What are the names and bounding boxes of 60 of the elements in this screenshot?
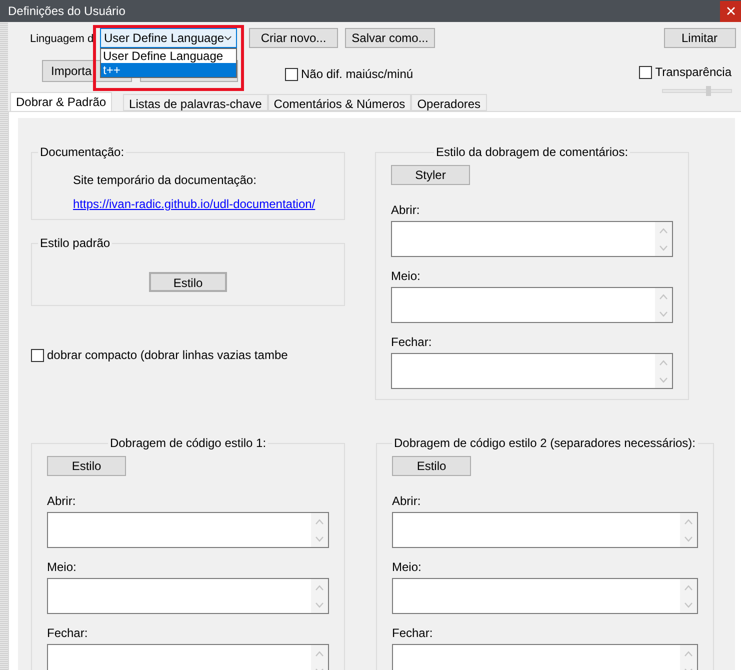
group-title: Dobragem de código estilo 2 (separadores necessários): — [393, 435, 696, 452]
checkbox-label: Não dif. maiúsc/minú — [301, 66, 414, 83]
button[interactable]: Criar novo... — [249, 28, 338, 48]
tab[interactable]: Listas de palavras-chave — [123, 94, 268, 111]
field-label: Meio: — [47, 559, 78, 576]
scrollbar[interactable] — [655, 288, 672, 322]
checkbox[interactable] — [639, 66, 652, 78]
field-label: Abrir: — [47, 493, 77, 510]
button[interactable]: Limitar — [664, 28, 736, 48]
group-title: Estilo padrão — [39, 235, 112, 252]
group-title: Estilo da dobragem de comentários: — [434, 144, 630, 161]
field-label: Meio: — [391, 268, 422, 285]
text-area[interactable] — [392, 512, 698, 548]
field-label: Meio: — [392, 559, 422, 576]
checkbox[interactable] — [31, 348, 44, 362]
field-label: Fechar: — [392, 625, 434, 642]
field-label: Abrir: — [392, 493, 422, 510]
text-area[interactable] — [392, 578, 698, 614]
text-area[interactable] — [47, 512, 329, 548]
field-label: Fechar: — [391, 334, 433, 351]
group-title: Dobragem de código estilo 1: — [108, 435, 268, 452]
field-label: Abrir: — [391, 202, 421, 219]
field-label: Fechar: — [47, 625, 89, 642]
window-title: Definições do Usuário — [7, 3, 126, 20]
tab[interactable]: Dobrar & Padrão — [10, 92, 112, 111]
scrollbar[interactable] — [311, 579, 328, 613]
dropdown-option[interactable]: t++ — [101, 63, 236, 77]
text-area[interactable] — [391, 287, 673, 323]
button[interactable]: Salvar como... — [345, 28, 435, 48]
text-area[interactable] — [47, 578, 329, 614]
field-label: Linguagem d — [30, 32, 94, 45]
close-icon — [726, 7, 734, 15]
scrollbar[interactable] — [655, 354, 672, 388]
group-title: Documentação: — [39, 144, 126, 161]
button[interactable]: Estilo — [149, 272, 227, 292]
scrollbar[interactable] — [311, 513, 328, 547]
slider-thumb[interactable] — [706, 86, 712, 96]
text-area[interactable] — [391, 221, 673, 257]
scrollbar[interactable] — [680, 579, 696, 613]
scrollbar[interactable] — [655, 222, 672, 256]
button[interactable]: Estilo — [392, 456, 471, 476]
description-text: Site temporário da documentação: — [73, 172, 258, 189]
tab[interactable]: Operadores — [411, 94, 487, 111]
scrollbar[interactable] — [311, 645, 328, 670]
language-dropdown[interactable]: User Define Language — [100, 28, 237, 48]
tab[interactable]: Comentários & Números — [268, 94, 412, 111]
scrollbar[interactable] — [680, 645, 696, 670]
text-area[interactable] — [392, 644, 698, 670]
documentation-link[interactable]: https://ivan-radic.github.io/udl-documentation/ — [73, 195, 344, 213]
button[interactable]: Styler — [391, 165, 470, 185]
dropdown-value: User Define Language — [104, 30, 224, 47]
caret-icon — [224, 35, 232, 41]
text-area[interactable] — [47, 644, 329, 670]
close-button[interactable] — [720, 0, 741, 22]
checkbox[interactable] — [285, 68, 298, 80]
text-area[interactable] — [391, 353, 673, 389]
checkbox-label: dobrar compacto (dobrar linhas vazias tambe — [47, 347, 288, 364]
button[interactable]: Estilo — [47, 456, 126, 476]
checkbox-label: Transparência — [655, 64, 732, 81]
scrollbar[interactable] — [680, 513, 696, 547]
